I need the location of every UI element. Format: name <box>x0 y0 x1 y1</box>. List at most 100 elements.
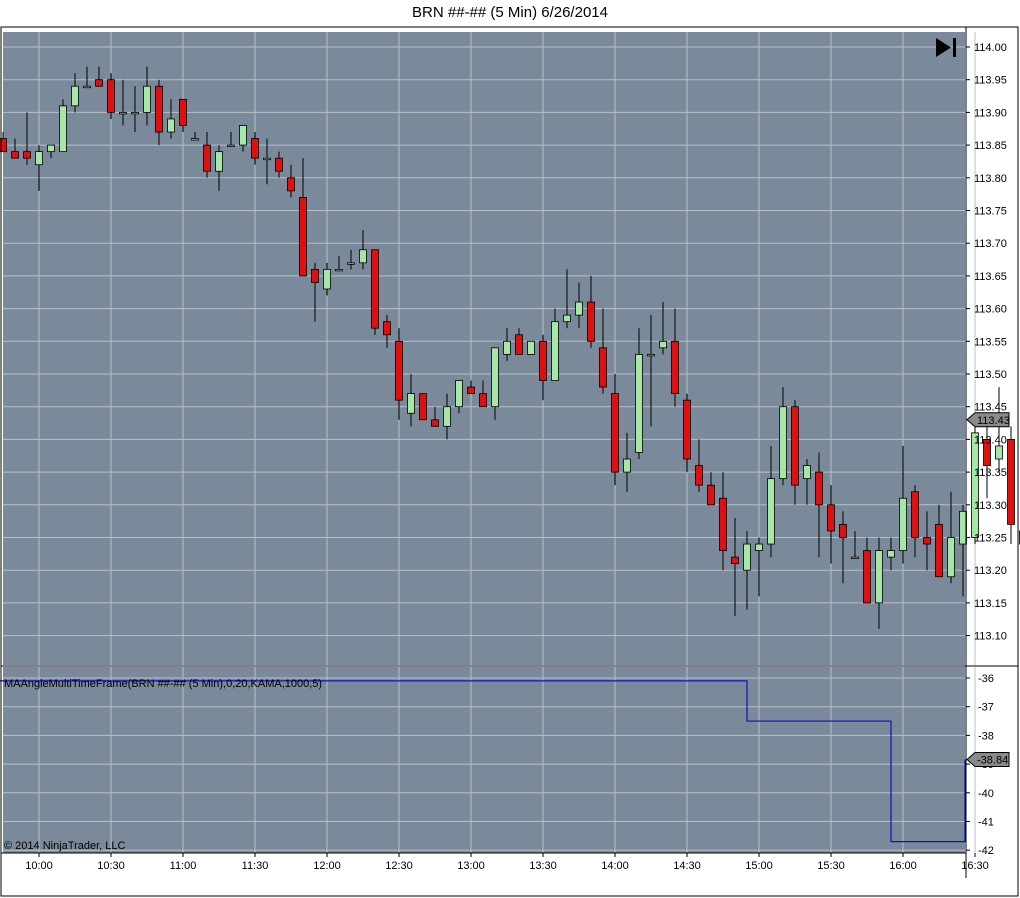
time-tick-label: 12:00 <box>313 860 341 872</box>
copyright-text: © 2014 NinjaTrader, LLC <box>4 840 125 852</box>
time-tick-label: 13:00 <box>457 860 485 872</box>
time-tick-label: 14:30 <box>673 860 701 872</box>
candle-body <box>467 386 475 395</box>
candle-body <box>887 550 895 558</box>
price-tick-label: 113.80 <box>974 173 1007 185</box>
time-tick-label: 16:00 <box>889 860 917 872</box>
candle-body <box>647 353 655 357</box>
candle-body <box>107 79 115 113</box>
candle-body <box>527 340 535 355</box>
candle-body <box>119 112 127 115</box>
price-tick-label: 113.25 <box>974 533 1007 545</box>
candle-body <box>263 157 271 161</box>
last-indicator-marker: -38.84 <box>966 752 1010 768</box>
candle-body <box>611 393 619 473</box>
time-tick-label: 11:30 <box>242 860 269 872</box>
candle-body <box>623 458 631 473</box>
candle-body <box>863 550 871 604</box>
candle-body <box>695 465 703 486</box>
candle-body <box>71 85 79 107</box>
time-tick-label: 11:00 <box>170 860 197 872</box>
candle-body <box>251 138 259 159</box>
candle-body <box>515 334 523 355</box>
candle-body <box>671 340 679 395</box>
candle-body <box>1007 438 1015 525</box>
time-tick-label: 14:00 <box>601 860 629 872</box>
candle-body <box>227 144 235 148</box>
candle-body <box>131 112 139 115</box>
candle-body <box>731 556 739 565</box>
price-tick-label: 113.45 <box>974 402 1007 414</box>
candle-body <box>911 491 919 538</box>
chart-canvas[interactable]: 114.00 113.95 113.90 113.85 113.80 113.75 113.… <box>0 0 1020 898</box>
indicator-label: MAAngleMultiTimeFrame(BRN ##-## (5 Min),… <box>4 678 322 690</box>
indicator-tick-label: -38 <box>978 730 994 742</box>
time-tick-label: 16:30 <box>961 860 989 872</box>
candle-body <box>143 85 151 113</box>
candle-body <box>503 340 511 355</box>
candle-body <box>59 105 67 153</box>
candle-body <box>371 249 379 329</box>
price-tick-label: 113.85 <box>974 140 1007 152</box>
candle-body <box>203 144 211 172</box>
candle-body <box>311 268 319 283</box>
candle-body <box>443 406 451 427</box>
candle-body <box>851 556 859 560</box>
candle-body <box>875 550 883 604</box>
time-tick-label: 10:00 <box>25 860 53 872</box>
indicator-tick-label: -36 <box>978 673 994 685</box>
candle-body <box>971 432 979 538</box>
candle-body <box>239 125 247 146</box>
candle-body <box>23 151 31 159</box>
candle-body <box>899 497 907 551</box>
candle-body <box>431 419 439 427</box>
price-tick-label: 113.65 <box>974 271 1007 283</box>
price-tick-label: 113.30 <box>974 500 1007 512</box>
candle-body <box>755 543 763 551</box>
price-tick-label: 113.90 <box>974 107 1007 119</box>
candle-body <box>335 268 343 272</box>
candle-body <box>575 301 583 316</box>
candle-body <box>803 465 811 480</box>
last-price-marker-text: 113.43 <box>977 415 1010 427</box>
candle-body <box>935 524 943 578</box>
price-tick-label: 113.75 <box>974 206 1007 218</box>
candle-body <box>683 399 691 460</box>
candle-body <box>947 537 955 578</box>
candle-body <box>563 314 571 323</box>
candle-body <box>707 484 715 506</box>
candle-body <box>839 524 847 538</box>
candle-body <box>383 321 391 336</box>
last-price-marker: 113.43 <box>966 412 1010 428</box>
time-tick-label: 13:30 <box>529 860 557 872</box>
candle-body <box>779 406 787 480</box>
price-tick-label: 114.00 <box>974 42 1007 54</box>
indicator-tick-label: -37 <box>978 702 994 714</box>
candle-body <box>215 151 223 172</box>
time-tick-label: 10:30 <box>97 860 125 872</box>
price-tick-label: 113.70 <box>974 238 1007 250</box>
time-tick-label: 12:30 <box>385 860 413 872</box>
candle-body <box>275 157 283 172</box>
candle-body <box>347 262 355 265</box>
last-indicator-marker-text: -38.84 <box>977 755 1008 767</box>
candle-body <box>491 347 499 408</box>
candle-body <box>959 510 967 545</box>
candle-body <box>323 268 331 290</box>
candle-body <box>599 347 607 388</box>
candle-body <box>659 340 667 349</box>
candle-body <box>479 393 487 408</box>
time-tick-label: 15:30 <box>817 860 845 872</box>
indicator-tick-label: -41 <box>978 817 994 829</box>
indicator-tick-label: -42 <box>978 845 994 857</box>
candle-body <box>827 504 835 532</box>
candle-body <box>167 118 175 133</box>
candle-body <box>923 537 931 545</box>
candle-body <box>11 151 19 159</box>
price-tick-label: 113.35 <box>974 467 1007 479</box>
price-tick-label: 113.40 <box>974 434 1007 446</box>
candle-body <box>551 321 559 381</box>
candle-body <box>995 445 1003 460</box>
candle-body <box>95 79 103 87</box>
indicator-panel-background <box>3 667 965 853</box>
